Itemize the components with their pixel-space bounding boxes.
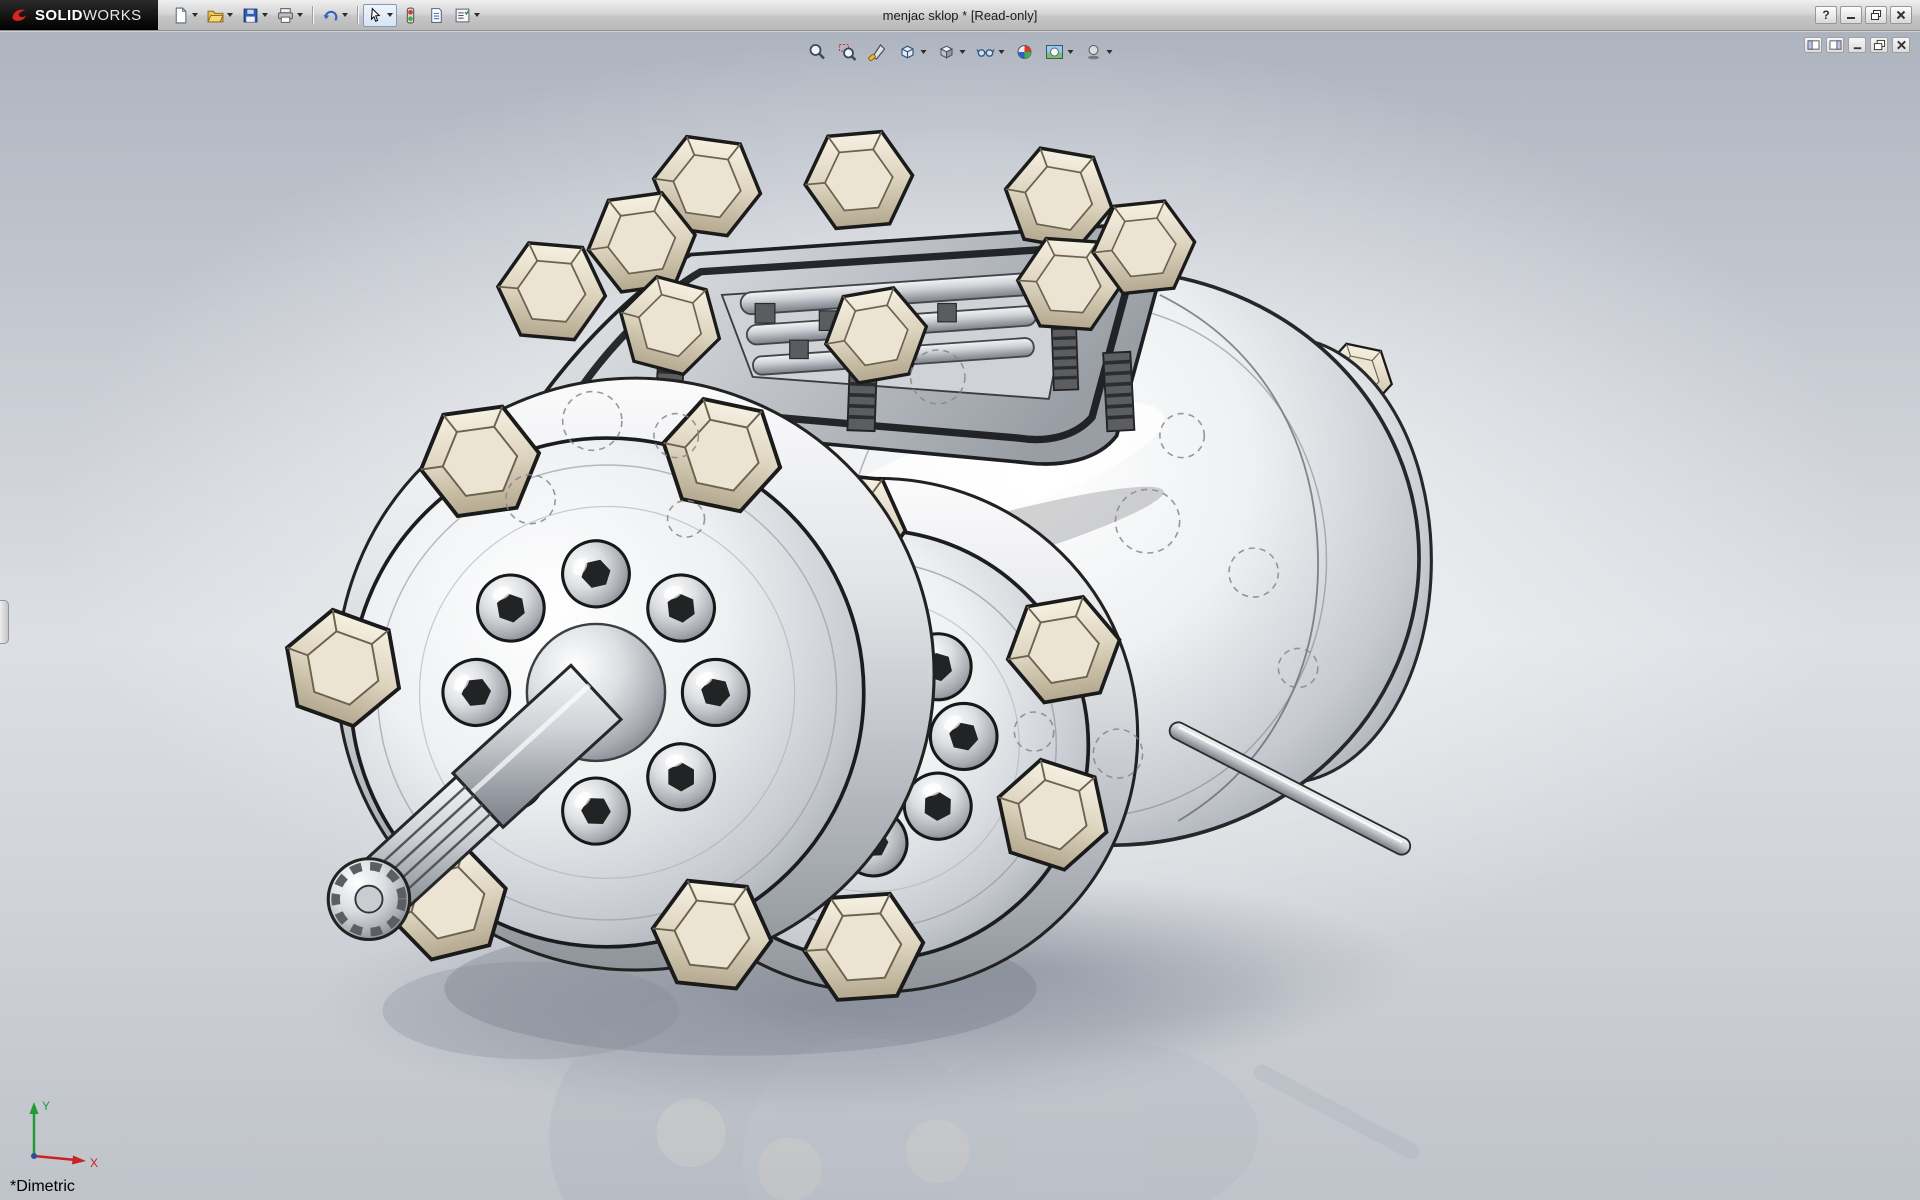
document-restore-icon [1873, 39, 1886, 51]
options-icon [454, 7, 471, 24]
dropdown-caret[interactable] [262, 13, 268, 17]
undo-button[interactable] [318, 4, 352, 27]
options-button[interactable] [450, 4, 484, 27]
view-settings-button[interactable] [1081, 40, 1116, 64]
rebuild-stoplight-icon [402, 7, 419, 24]
document-close-icon [1895, 39, 1908, 51]
rebuild-button[interactable] [398, 4, 423, 27]
standard-toolbar [168, 4, 484, 27]
dropdown-caret[interactable] [921, 50, 927, 54]
document-restore-button[interactable] [1870, 37, 1888, 53]
view-orientation-label: *Dimetric [10, 1178, 75, 1196]
save-icon [242, 7, 259, 24]
dropdown-caret[interactable] [960, 50, 966, 54]
view-orientation-button[interactable] [895, 40, 930, 64]
apply-scene-button[interactable] [1042, 40, 1077, 64]
hide-show-items-button[interactable] [973, 40, 1008, 64]
select-button[interactable] [363, 4, 397, 27]
print-icon [277, 7, 294, 24]
new-document-icon [172, 7, 189, 24]
zoom-to-fit-icon [808, 42, 828, 62]
document-minimize-button[interactable] [1848, 37, 1866, 53]
new-document-button[interactable] [168, 4, 202, 27]
view-orientation-icon [898, 42, 918, 62]
graphics-viewport[interactable]: Y X *Dimetric [0, 32, 1920, 1200]
task-pane-handle[interactable] [0, 600, 9, 644]
dropdown-caret[interactable] [227, 13, 233, 17]
pane-left-icon [1807, 39, 1820, 51]
title-bar: SOLIDWORKS [0, 0, 1920, 31]
dropdown-caret[interactable] [387, 13, 393, 17]
document-close-button[interactable] [1892, 37, 1910, 53]
apply-scene-icon [1045, 42, 1065, 62]
display-style-icon [937, 42, 957, 62]
dropdown-caret[interactable] [999, 50, 1005, 54]
document-window-controls [1804, 37, 1910, 53]
file-properties-icon [428, 7, 445, 24]
open-folder-icon [207, 7, 224, 24]
triad-x-label: X [90, 1156, 98, 1170]
toolbar-separator [312, 6, 313, 24]
display-style-button[interactable] [934, 40, 969, 64]
pane-right-icon [1829, 39, 1842, 51]
restore-icon [1870, 9, 1882, 21]
brand-bold: SOLID [35, 7, 83, 24]
close-button[interactable] [1890, 6, 1912, 24]
open-button[interactable] [203, 4, 237, 27]
restore-button[interactable] [1865, 6, 1887, 24]
window-controls: ? [1815, 6, 1920, 24]
zoom-to-area-icon [838, 42, 858, 62]
reference-triad: Y X [14, 1092, 106, 1174]
dassault-3ds-icon [10, 6, 28, 24]
select-arrow-icon [367, 7, 384, 24]
edit-appearance-button[interactable] [1012, 40, 1038, 64]
pane-left-button[interactable] [1804, 37, 1822, 53]
toolbar-separator [357, 6, 358, 24]
document-minimize-icon [1851, 39, 1864, 51]
triad-y-label: Y [42, 1099, 50, 1113]
dropdown-caret[interactable] [1068, 50, 1074, 54]
dropdown-caret[interactable] [192, 13, 198, 17]
dropdown-caret[interactable] [474, 13, 480, 17]
help-icon: ? [1822, 8, 1829, 22]
minimize-button[interactable] [1840, 6, 1862, 24]
section-view-button[interactable] [865, 40, 891, 64]
pane-right-button[interactable] [1826, 37, 1844, 53]
brand-light: WORKS [83, 7, 142, 24]
file-properties-button[interactable] [424, 4, 449, 27]
heads-up-view-toolbar [805, 40, 1116, 64]
print-button[interactable] [273, 4, 307, 27]
undo-icon [322, 7, 339, 24]
minimize-icon [1845, 9, 1857, 21]
hide-show-items-icon [976, 42, 996, 62]
gearbox-3d-model[interactable] [0, 32, 1920, 1200]
help-button[interactable]: ? [1815, 6, 1837, 24]
dropdown-caret[interactable] [1107, 50, 1113, 54]
section-view-icon [868, 42, 888, 62]
dropdown-caret[interactable] [297, 13, 303, 17]
close-icon [1895, 9, 1907, 21]
brand-text: SOLIDWORKS [35, 7, 142, 24]
zoom-to-area-button[interactable] [835, 40, 861, 64]
view-settings-icon [1084, 42, 1104, 62]
dropdown-caret[interactable] [342, 13, 348, 17]
save-button[interactable] [238, 4, 272, 27]
zoom-to-fit-button[interactable] [805, 40, 831, 64]
solidworks-logo: SOLIDWORKS [0, 0, 158, 30]
edit-appearance-icon [1015, 42, 1035, 62]
